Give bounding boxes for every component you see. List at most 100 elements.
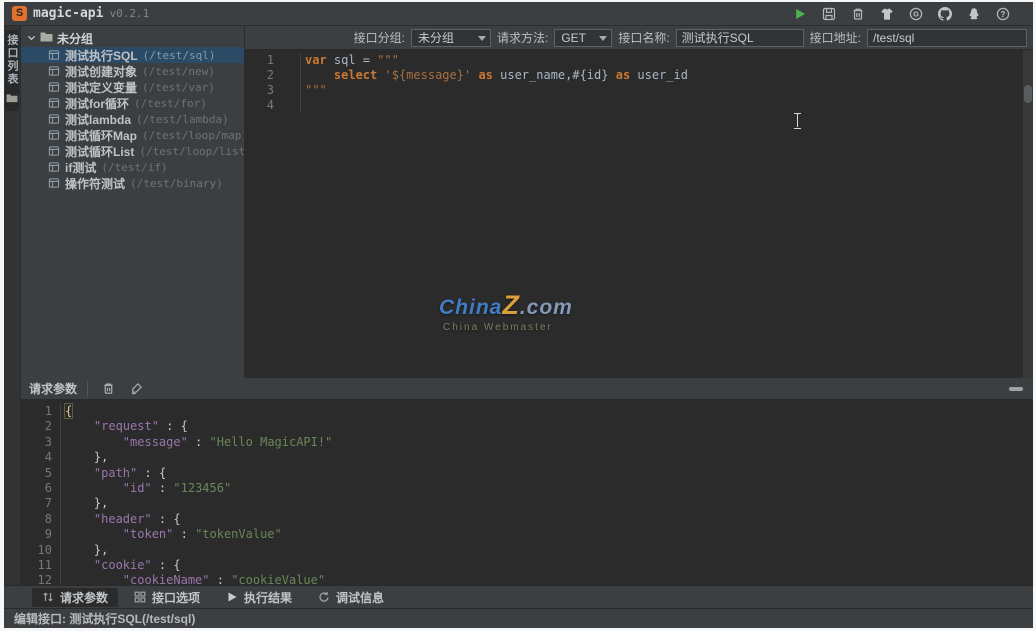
api-item-path: (/test/var) <box>142 81 215 94</box>
tree-item[interactable]: 测试定义变量 (/test/var) <box>21 79 244 95</box>
code-line: 3""" <box>245 83 1033 98</box>
api-item-icon <box>48 129 60 141</box>
api-item-path: (/test/if) <box>101 161 167 174</box>
code-line: 2 select '${message}' as user_name,#{id}… <box>245 68 1033 83</box>
text-cursor <box>793 112 802 128</box>
line-number: 1 <box>245 53 301 68</box>
code-line: 10 }, <box>21 543 1033 558</box>
api-item-path: (/test/sql) <box>143 49 216 62</box>
save-icon[interactable] <box>821 6 837 22</box>
tab-run-result[interactable]: 执行结果 <box>216 588 302 607</box>
code-line: 6 "id" : "123456" <box>21 481 1033 496</box>
tree-item[interactable]: 测试循环List(/test/loop/list) <box>21 143 244 159</box>
api-list-tool-button[interactable]: 接口列表 <box>5 30 19 111</box>
api-item-path: (/test/for) <box>134 97 207 110</box>
code-line: 4 <box>245 98 1033 113</box>
code-line: 4 }, <box>21 450 1033 465</box>
group-select[interactable]: 未分组 <box>411 29 491 47</box>
code-line: 7 }, <box>21 496 1033 511</box>
folder-icon <box>6 90 18 108</box>
format-json-icon[interactable] <box>128 381 144 397</box>
api-item-label: 测试创建对象 <box>65 63 137 80</box>
line-number: 12 <box>21 573 61 585</box>
tab-label: 调试信息 <box>336 589 384 606</box>
tab-request-params[interactable]: 请求参数 <box>32 588 118 607</box>
github-icon[interactable] <box>937 6 953 22</box>
group-select-value: 未分组 <box>418 29 454 46</box>
debug-info-icon <box>318 591 330 603</box>
name-field-label: 接口名称: <box>618 29 669 46</box>
api-item-icon <box>48 145 60 157</box>
params-panel-header: 请求参数 <box>21 378 1033 400</box>
collapse-panel-button[interactable] <box>1009 384 1025 394</box>
code-line: 5 "path" : { <box>21 466 1033 481</box>
code-line: 12 "cookieName" : "cookieValue" <box>21 573 1033 585</box>
bottom-tab-bar: 请求参数 接口选项执行结果 调试信息 <box>4 585 1033 608</box>
script-editor[interactable]: 1var sql = """2 select '${message}' as u… <box>245 50 1033 378</box>
api-item-path: (/test/binary) <box>130 177 223 190</box>
api-item-icon <box>48 65 60 77</box>
tab-label: 接口选项 <box>152 589 200 606</box>
tree-item[interactable]: 测试lambda(/test/lambda) <box>21 111 244 127</box>
status-bar: 编辑接口: 测试执行SQL(/test/sql) <box>4 608 1033 628</box>
chevron-down-icon <box>599 36 607 41</box>
run-result-icon <box>226 591 238 603</box>
tree-item[interactable]: 测试循环Map (/test/loop/map) <box>21 127 244 143</box>
magic-api-app: S magic-api v0.2.1 G? 接口列表 <box>4 2 1033 628</box>
gitee-icon[interactable]: G <box>908 6 924 22</box>
code-line: 3 "message" : "Hello MagicAPI!" <box>21 435 1033 450</box>
tree-item[interactable]: 测试创建对象(/test/new) <box>21 63 244 79</box>
api-item-label: 操作符测试 <box>65 175 125 192</box>
api-item-label: 测试循环List <box>65 143 134 160</box>
help-icon[interactable]: ? <box>995 6 1011 22</box>
api-item-label: 测试for循环 <box>65 95 129 112</box>
line-number: 4 <box>245 98 301 113</box>
line-number: 7 <box>21 496 61 511</box>
api-name-input[interactable] <box>676 29 804 47</box>
api-item-icon <box>48 81 60 93</box>
api-item-label: 测试循环Map <box>65 127 137 144</box>
app-version: v0.2.1 <box>109 7 149 20</box>
api-item-icon <box>48 97 60 109</box>
tree-group-ungrouped[interactable]: 未分组 <box>21 29 244 47</box>
page-background: S magic-api v0.2.1 G? 接口列表 <box>0 0 1036 631</box>
tree-item[interactable]: 测试执行SQL (/test/sql) <box>21 47 244 63</box>
group-field-label: 接口分组: <box>354 29 405 46</box>
chevron-down-icon <box>27 31 36 45</box>
theme-skin-icon[interactable] <box>879 6 895 22</box>
clear-params-trash-icon[interactable] <box>100 381 116 397</box>
api-item-label: 测试定义变量 <box>65 79 137 96</box>
api-item-icon <box>48 113 60 125</box>
chinaz-watermark: ChinaZ.com China Webmaster <box>439 290 573 333</box>
url-field-label: 接口地址: <box>810 29 861 46</box>
api-item-icon <box>48 49 60 61</box>
folder-icon <box>40 31 53 45</box>
line-number: 1 <box>21 404 61 419</box>
api-item-label: if测试 <box>65 159 96 176</box>
editor-scrollbar[interactable] <box>1023 50 1033 378</box>
line-number: 10 <box>21 543 61 558</box>
method-select[interactable]: GET <box>554 29 612 47</box>
qq-icon[interactable] <box>966 6 982 22</box>
request-params-editor[interactable]: 1{2 "request" : {3 "message" : "Hello Ma… <box>21 401 1033 585</box>
api-item-label: 测试执行SQL <box>65 47 138 64</box>
svg-text:G: G <box>913 9 919 18</box>
run-icon[interactable] <box>792 6 808 22</box>
tree-item[interactable]: 操作符测试 (/test/binary) <box>21 175 244 191</box>
scrollbar-thumb[interactable] <box>1024 85 1032 103</box>
api-item-label: 测试lambda <box>65 111 131 128</box>
title-bar: S magic-api v0.2.1 G? <box>4 2 1033 26</box>
app-title: magic-api <box>33 6 103 21</box>
request-params-icon <box>42 591 54 603</box>
code-line: 9 "token" : "tokenValue" <box>21 527 1033 542</box>
tab-debug-info[interactable]: 调试信息 <box>308 588 394 607</box>
code-line: 1var sql = """ <box>245 53 1033 68</box>
tree-item[interactable]: 测试for循环 (/test/for) <box>21 95 244 111</box>
api-url-input[interactable] <box>867 29 1027 47</box>
api-item-path: (/test/loop/map) <box>142 129 245 142</box>
tree-item[interactable]: if测试 (/test/if) <box>21 159 244 175</box>
code-line: 8 "header" : { <box>21 512 1033 527</box>
delete-icon[interactable] <box>850 6 866 22</box>
tab-api-options[interactable]: 接口选项 <box>124 588 210 607</box>
tool-window-strip: 接口列表 <box>4 26 21 585</box>
